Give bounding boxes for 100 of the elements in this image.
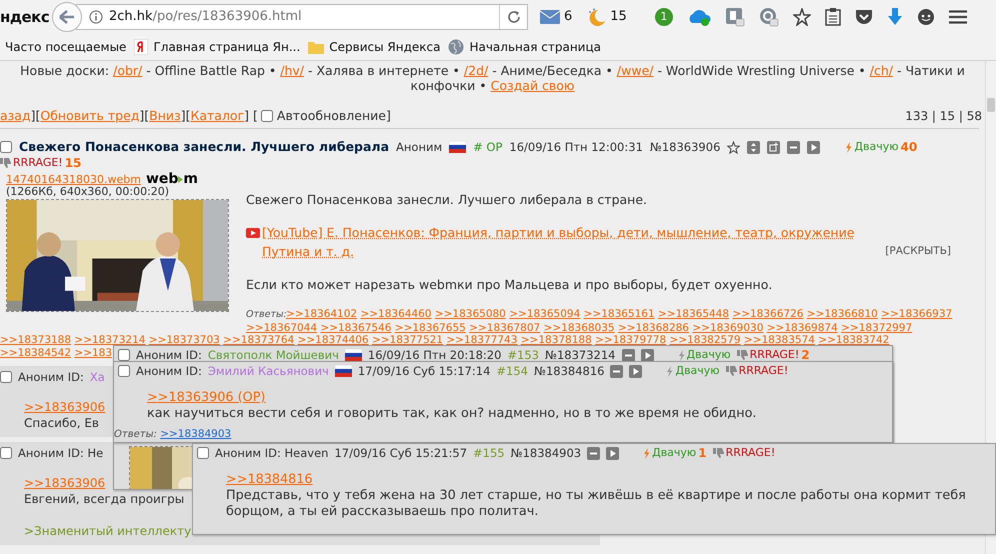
reply-link[interactable]: >>18365161 xyxy=(584,308,655,320)
video-link[interactable]: [YouTube] Е. Понасенков: Франция, партии и выборы, дети, мышление, театр, окружение Путина и т. д. xyxy=(262,223,882,261)
like-button[interactable]: Двачую xyxy=(666,364,720,378)
post-checkbox[interactable] xyxy=(118,349,130,361)
badge-icon[interactable]: 1 xyxy=(654,8,673,26)
play-icon[interactable] xyxy=(629,364,642,378)
bookmark[interactable]: Часто посещаемые xyxy=(5,40,126,54)
mail-icon[interactable] xyxy=(540,10,560,24)
file-link[interactable]: 14740164318030.webm xyxy=(6,174,141,186)
like-button[interactable]: Двачую xyxy=(678,348,731,362)
post-checkbox[interactable] xyxy=(118,365,130,377)
pocket-icon[interactable] xyxy=(854,8,873,24)
bracket-text: ] xyxy=(386,108,391,123)
address-bar[interactable]: 2ch.hk/po/res/18363906.html xyxy=(76,4,528,30)
reply-link[interactable]: >>18368286 xyxy=(618,322,689,334)
post-checkbox[interactable] xyxy=(0,371,12,383)
post-checkbox[interactable] xyxy=(197,447,209,459)
reply-link[interactable]: >>18373188 xyxy=(0,334,72,346)
reply-link[interactable]: >>18365080 xyxy=(434,308,506,320)
reply-link[interactable]: >>18367807 xyxy=(469,322,540,334)
post-link[interactable]: >>18363906 xyxy=(24,400,106,414)
author-name: Аноним ID: xyxy=(136,348,202,362)
board-link[interactable]: /hv/ xyxy=(280,63,304,78)
bookmark[interactable]: Главная страница Ян... xyxy=(153,40,300,54)
reply-link[interactable]: >>18369874 xyxy=(766,322,838,334)
reply-link[interactable]: >>18383574 xyxy=(744,334,815,346)
reply-link[interactable]: >>18369030 xyxy=(692,322,764,334)
updown-arrows-icon[interactable] xyxy=(747,140,760,154)
bookmark[interactable]: Начальная страница xyxy=(469,40,601,54)
reply-link[interactable]: >>18373214 xyxy=(74,334,146,346)
play-icon[interactable] xyxy=(606,446,620,460)
minus-icon[interactable] xyxy=(610,364,624,378)
reply-link[interactable]: >>18365094 xyxy=(509,308,580,320)
dislike-button[interactable]: RRRAGE! 15 xyxy=(0,155,82,171)
bookmark[interactable]: Сервисы Яндекса xyxy=(329,40,440,54)
reply-link[interactable]: >>18367044 xyxy=(246,322,318,334)
reply-link[interactable]: >>18367546 xyxy=(320,322,392,334)
reply-link[interactable]: >>18373703 xyxy=(148,334,220,346)
reply-link[interactable]: >>18377743 xyxy=(446,334,518,346)
nav-link[interactable]: Обновить тред xyxy=(40,108,140,123)
menu-icon[interactable] xyxy=(948,10,967,24)
like-button[interactable]: Двачую 1 xyxy=(643,446,707,460)
reply-link[interactable]: >>18372997 xyxy=(841,322,912,334)
play-icon[interactable] xyxy=(640,348,654,362)
expand-link[interactable]: [РАСКРЫТЬ] xyxy=(885,242,951,261)
minus-icon[interactable] xyxy=(622,348,634,362)
reply-link[interactable]: >>18384903 xyxy=(160,428,232,440)
dislike-button[interactable]: RRRAGE! xyxy=(712,446,776,460)
board-link[interactable]: /ch/ xyxy=(870,63,893,78)
reply-link[interactable]: >>18382579 xyxy=(670,334,741,346)
bracket-text: ][ xyxy=(139,108,150,123)
post-checkbox[interactable] xyxy=(0,141,12,153)
nav-link[interactable]: азад xyxy=(0,108,31,123)
reply-link[interactable]: >>18374406 xyxy=(298,334,369,346)
g-extension-icon[interactable] xyxy=(758,6,779,26)
reply-link[interactable]: >>18367655 xyxy=(394,322,466,334)
reply-link[interactable]: >>18366810 xyxy=(806,308,878,320)
dislike-button[interactable]: RRRAGE! xyxy=(726,364,788,378)
post-link[interactable]: >>18363906 (OP) xyxy=(147,390,266,405)
post-link[interactable]: >>18384816 xyxy=(226,472,313,487)
reply-link[interactable]: >>18373764 xyxy=(223,334,294,346)
reply-link[interactable]: >>18366726 xyxy=(732,308,804,320)
webm-logo: web m xyxy=(146,173,198,185)
reply-link[interactable]: >>18383742 xyxy=(818,334,890,346)
nav-link[interactable]: Каталог xyxy=(190,108,244,123)
clipboard-icon[interactable] xyxy=(824,8,841,26)
cloud-icon[interactable] xyxy=(686,8,711,26)
auto-update-checkbox[interactable] xyxy=(260,110,273,122)
post-index: #154 xyxy=(496,364,528,378)
play-icon[interactable] xyxy=(807,140,820,154)
nav-link[interactable]: Вниз xyxy=(149,108,181,123)
reply-link[interactable]: >>18368035 xyxy=(544,322,615,334)
minus-icon[interactable] xyxy=(587,446,600,460)
minus-icon[interactable] xyxy=(787,140,800,154)
download-icon[interactable] xyxy=(886,8,903,26)
board-link[interactable]: /2d/ xyxy=(464,63,488,78)
b-extension-icon[interactable] xyxy=(724,6,745,26)
globe-icon xyxy=(448,38,464,54)
reply-link[interactable]: >>18384542 xyxy=(0,346,72,358)
reply-link[interactable]: >>18378188 xyxy=(520,334,592,346)
like-button[interactable]: Двачую 40 xyxy=(845,139,918,155)
reply-link[interactable]: >>18366937 xyxy=(881,308,952,320)
board-link[interactable]: /obr/ xyxy=(113,63,142,78)
board-link[interactable]: /wwe/ xyxy=(616,63,654,78)
reload-icon[interactable] xyxy=(506,10,520,24)
reply-link[interactable]: >>18379778 xyxy=(595,334,666,346)
reply-link[interactable]: >>18377521 xyxy=(372,334,443,346)
dislike-button[interactable]: RRRAGE! 2 xyxy=(736,348,810,362)
reply-link[interactable]: >>18365448 xyxy=(658,308,730,320)
post-link[interactable]: >>18363906 xyxy=(24,476,106,490)
board-link[interactable]: Создай свою xyxy=(490,78,574,93)
window-icon[interactable] xyxy=(767,140,780,154)
reply-link[interactable]: >>18364460 xyxy=(360,308,432,320)
back-button[interactable] xyxy=(52,2,82,32)
smiley-icon[interactable] xyxy=(916,8,935,26)
reply-link[interactable]: >>183 xyxy=(74,346,112,358)
reply-link[interactable]: >>18364102 xyxy=(286,308,358,320)
star-icon[interactable] xyxy=(727,140,740,154)
star-icon[interactable] xyxy=(792,8,811,26)
post-checkbox[interactable] xyxy=(0,447,12,459)
